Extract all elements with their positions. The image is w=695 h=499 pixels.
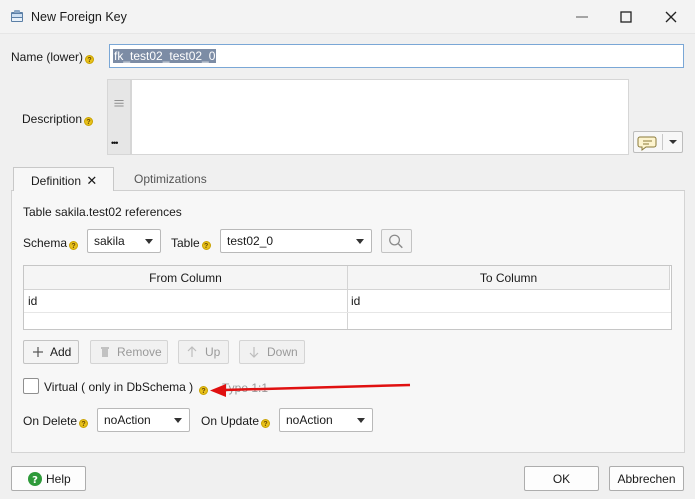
column-header-from[interactable]: From Column [24,266,347,290]
arrow-down-icon [249,347,259,358]
tab-definition-label: Definition [31,174,82,188]
maximize-icon[interactable] [612,6,640,28]
add-button-label: Add [50,345,72,359]
up-button[interactable]: Up [178,340,229,364]
description-textarea[interactable] [131,79,629,155]
on-delete-label: On Delete? [23,414,89,428]
help-icon: ? [28,472,42,486]
virtual-checkbox[interactable] [23,378,39,394]
chevron-down-icon[interactable] [663,132,683,152]
trash-icon [101,347,109,357]
tab-optimizations[interactable]: Optimizations [134,172,207,186]
up-button-label: Up [205,345,221,359]
description-gutter: ••• [107,79,131,155]
description-label: Description? [22,112,94,126]
add-button[interactable]: Add [23,340,79,364]
table-reference-text: Table sakila.test02 references [23,205,182,219]
help-question-icon[interactable]: ? [201,241,211,250]
more-options-icon[interactable]: ••• [111,138,119,148]
virtual-label[interactable]: Virtual ( only in DbSchema ) [44,380,193,394]
arrow-up-icon [187,346,197,357]
comment-edit-icon [637,136,657,151]
help-question-icon[interactable]: ? [199,386,208,395]
ok-button-label: OK [552,472,571,486]
description-tool-button[interactable] [633,131,683,153]
table-cell-from[interactable]: id [28,294,37,308]
help-question-icon[interactable]: ? [85,55,95,64]
column-divider [347,266,348,329]
down-button[interactable]: Down [239,340,305,364]
help-question-icon[interactable]: ? [84,117,94,126]
title-bar: New Foreign Key [0,0,695,34]
remove-button[interactable]: Remove [90,340,168,364]
chevron-down-icon [357,418,365,423]
plus-icon [33,347,43,357]
close-icon[interactable] [657,6,685,28]
tab-close-icon[interactable]: ✕ [86,173,97,188]
schema-select[interactable]: sakila [87,229,161,253]
down-button-label: Down [267,345,298,359]
tab-definition[interactable]: Definition ✕ [13,167,114,191]
cancel-button[interactable]: Abbrechen [609,466,684,491]
on-update-select-value: noAction [286,413,333,427]
name-input[interactable]: fk_test02_test02_0 [109,44,684,68]
schema-label: Schema? [23,236,79,250]
chevron-down-icon [174,418,182,423]
on-update-select[interactable]: noAction [279,408,373,432]
help-question-icon[interactable]: ? [69,241,79,250]
window-title: New Foreign Key [31,10,127,24]
table-select-value: test02_0 [227,234,274,248]
table-select[interactable]: test02_0 [220,229,372,253]
column-mapping-grid[interactable]: From Column To Column id id [23,265,672,330]
cancel-button-label: Abbrechen [617,472,676,486]
help-question-icon[interactable]: ? [79,419,89,428]
on-delete-select-value: noAction [104,413,151,427]
name-label: Name (lower)? [11,50,95,64]
on-delete-select[interactable]: noAction [97,408,190,432]
column-header-to[interactable]: To Column [348,266,669,290]
row-divider [24,312,671,313]
chevron-down-icon [145,239,153,244]
column-divider [669,266,670,290]
minimize-icon[interactable] [568,6,596,28]
help-question-icon[interactable]: ? [261,419,271,428]
table-label: Table? [171,236,211,250]
svg-text:?: ? [32,475,38,486]
help-button[interactable]: ? Help [11,466,86,491]
on-update-label: On Update? [201,414,271,428]
schema-select-value: sakila [94,234,125,248]
table-cell-to[interactable]: id [351,294,360,308]
name-input-value: fk_test02_test02_0 [113,49,217,63]
search-icon [389,234,403,249]
help-button-label: Help [46,472,71,486]
chevron-down-icon [356,239,364,244]
database-table-icon [11,10,23,22]
search-table-button[interactable] [381,229,412,253]
type-text: Type 1:1 [222,381,269,395]
remove-button-label: Remove [117,345,162,359]
ok-button[interactable]: OK [524,466,599,491]
